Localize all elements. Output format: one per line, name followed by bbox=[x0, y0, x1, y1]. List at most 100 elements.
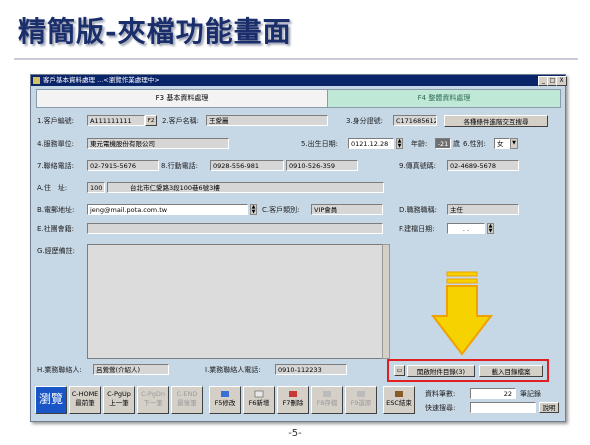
created-date-field[interactable]: . . bbox=[447, 223, 485, 234]
job-title-field[interactable]: 主任 bbox=[447, 204, 519, 215]
fax-label: 9.傳真號碼: bbox=[399, 162, 437, 170]
address-field[interactable]: 台北市仁愛路3段100巷6號3樓 bbox=[107, 182, 384, 193]
edit-button[interactable]: F5修改 bbox=[209, 386, 241, 414]
save-icon bbox=[323, 391, 331, 397]
folder-icon[interactable]: ▭ bbox=[394, 365, 405, 376]
delete-icon bbox=[289, 391, 297, 397]
birthday-field[interactable]: 0121.12.28 bbox=[348, 138, 394, 149]
customer-name-label: 2.客戶名稱: bbox=[162, 117, 200, 125]
next-record-button[interactable]: C-PgDn 下一筆 bbox=[137, 386, 169, 414]
prev-record-button[interactable]: C-PgUp 上一筆 bbox=[103, 386, 135, 414]
save-button[interactable]: F8存檔 bbox=[311, 386, 343, 414]
phone-field[interactable]: 02-7915-5676 bbox=[87, 160, 159, 171]
first-record-label: 最前筆 bbox=[75, 399, 95, 407]
company-label: 4.服務單位: bbox=[37, 140, 75, 148]
next-record-label: 下一筆 bbox=[143, 399, 163, 407]
prev-record-label: 上一筆 bbox=[109, 399, 129, 407]
add-icon bbox=[254, 390, 264, 398]
gender-label: 6.性別: bbox=[463, 140, 487, 148]
revert-icon bbox=[357, 391, 365, 397]
created-date-label: F.建檔日期: bbox=[399, 225, 435, 233]
sales-contact-field[interactable]: 呂鶯鶯(介紹人) bbox=[93, 364, 169, 375]
age-label: 年齡: bbox=[411, 140, 428, 148]
gender-dropdown[interactable]: ▼ bbox=[510, 138, 518, 149]
revert-button[interactable]: F9還原 bbox=[345, 386, 377, 414]
gender-field[interactable]: 女 bbox=[494, 138, 510, 149]
history-memo[interactable] bbox=[87, 244, 383, 359]
record-unit: 筆記錄 bbox=[520, 390, 541, 398]
email-field[interactable]: jeng@mail.pota.com.tw bbox=[87, 204, 248, 215]
next-record-key: C-PgDn bbox=[140, 390, 166, 398]
exit-icon bbox=[395, 391, 403, 397]
sales-phone-label: I.業務聯絡人電話: bbox=[205, 366, 261, 374]
email-label: B.電郵地址: bbox=[37, 206, 75, 214]
created-date-spinner[interactable]: ▲ ▼ bbox=[487, 223, 494, 234]
id-number-field[interactable]: C171685612 bbox=[393, 115, 437, 126]
mobile-field[interactable]: 0928-556-981 bbox=[210, 160, 284, 171]
prev-record-key: C-PgUp bbox=[107, 390, 131, 398]
import-folder-files-button[interactable]: 載入目錄檔案 bbox=[479, 365, 543, 377]
community-field[interactable] bbox=[87, 223, 383, 234]
customer-id-field[interactable]: A111111111 bbox=[87, 115, 145, 126]
open-attachment-folder-button[interactable]: 開啟附件目錄(3) bbox=[407, 365, 475, 377]
birthday-label: 5.出生日期: bbox=[301, 140, 339, 148]
fax-field[interactable]: 02-4689-5678 bbox=[447, 160, 519, 171]
app-window: 客戶基本資料處理 ...<瀏覽作業處理中> _ □ X F3 基本資料處理 F4… bbox=[30, 74, 567, 422]
address-label: A.住 址: bbox=[37, 184, 68, 192]
first-record-button[interactable]: C-HOME 最前筆 bbox=[69, 386, 101, 414]
customer-id-lookup-button[interactable]: F2 bbox=[145, 115, 157, 126]
close-button[interactable]: X bbox=[556, 76, 567, 86]
customer-type-field[interactable]: VIP會員 bbox=[311, 204, 383, 215]
last-record-key: C-END bbox=[176, 390, 198, 398]
job-title-label: D.職務職稱: bbox=[399, 206, 437, 214]
browse-mode-label: 瀏覽 bbox=[38, 392, 63, 406]
quick-search-label: 快速搜尋: bbox=[425, 404, 456, 412]
edit-icon bbox=[221, 391, 229, 397]
history-label: G.經歷備註: bbox=[37, 247, 76, 255]
slide-title: 精簡版-夾檔功能畫面 bbox=[18, 15, 292, 48]
app-icon bbox=[33, 77, 40, 84]
tab-basic-data[interactable]: F3 基本資料處理 bbox=[36, 89, 328, 108]
community-label: E.社團會籍: bbox=[37, 225, 75, 233]
last-record-label: 最後筆 bbox=[177, 399, 197, 407]
quick-search-input[interactable] bbox=[470, 402, 536, 413]
memo-scrollbar[interactable] bbox=[382, 244, 390, 359]
page-number: -5- bbox=[288, 428, 302, 439]
browse-mode-button[interactable]: 瀏覽 bbox=[35, 386, 67, 414]
down-arrow-icon bbox=[430, 271, 494, 356]
company-field[interactable]: 東元電機股份有限公司 bbox=[87, 138, 229, 149]
record-total-label: 資料筆數: bbox=[425, 390, 456, 398]
window-title: 客戶基本資料處理 ...<瀏覽作業處理中> bbox=[43, 76, 160, 84]
mobile-label: 8.行動電話: bbox=[161, 162, 199, 170]
help-button[interactable]: 說明 bbox=[539, 402, 559, 413]
last-record-button[interactable]: C-END 最後筆 bbox=[171, 386, 203, 414]
cross-search-button[interactable]: 各種條件進階交互搜尋 bbox=[444, 115, 548, 127]
phone-label: 7.聯絡電話: bbox=[37, 162, 75, 170]
customer-id-label: 1.客戶編號: bbox=[37, 117, 75, 125]
age-field: -21 bbox=[435, 138, 451, 149]
add-label: F6新增 bbox=[248, 399, 270, 407]
delete-button[interactable]: F7刪除 bbox=[277, 386, 309, 414]
customer-type-label: C.客戶類別: bbox=[262, 206, 300, 214]
tab-overall-data[interactable]: F4 整體資料處理 bbox=[327, 89, 561, 108]
record-total-field: 22 bbox=[470, 388, 516, 399]
id-number-label: 3.身分證號: bbox=[346, 117, 384, 125]
exit-button[interactable]: ESC結束 bbox=[383, 386, 415, 414]
mobile-field-2[interactable]: 0910-526-359 bbox=[286, 160, 358, 171]
revert-label: F9還原 bbox=[350, 399, 372, 407]
customer-name-field[interactable]: 王愛麗 bbox=[206, 115, 328, 126]
email-spinner[interactable]: ▲ ▼ bbox=[250, 204, 257, 215]
sales-contact-label: H.業務聯絡人: bbox=[37, 366, 82, 374]
first-record-key: C-HOME bbox=[71, 390, 99, 398]
save-label: F8存檔 bbox=[316, 399, 338, 407]
birthday-spinner[interactable]: ▲ ▼ bbox=[396, 138, 403, 149]
window-titlebar[interactable]: 客戶基本資料處理 ...<瀏覽作業處理中> _ □ X bbox=[31, 75, 567, 86]
zip-code-field[interactable]: 100 bbox=[87, 182, 105, 193]
title-divider bbox=[14, 58, 578, 60]
delete-label: F7刪除 bbox=[282, 399, 304, 407]
sales-phone-field[interactable]: 0910-112233 bbox=[275, 364, 347, 375]
age-unit: 歲 bbox=[453, 140, 460, 148]
edit-label: F5修改 bbox=[214, 399, 236, 407]
exit-label: ESC結束 bbox=[386, 399, 412, 407]
add-button[interactable]: F6新增 bbox=[243, 386, 275, 414]
